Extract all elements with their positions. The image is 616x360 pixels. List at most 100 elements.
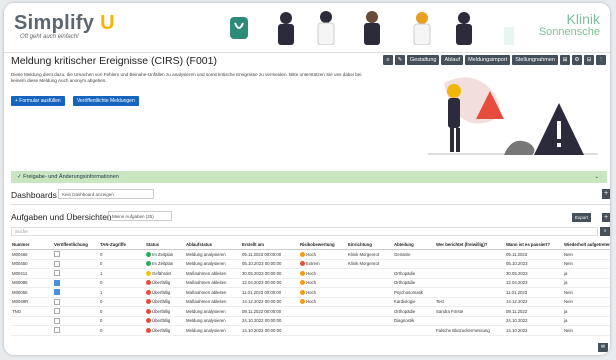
table-row[interactable]: M00056 1 Überfällig Maßnahmen ableiten 11.01… — [11, 287, 610, 298]
header-divider — [4, 52, 610, 53]
cell-facility: Klinik Morgenrot — [347, 249, 393, 260]
status-dot-icon — [146, 251, 151, 257]
search-input[interactable]: Suche — [11, 227, 598, 236]
cell-published[interactable] — [53, 306, 99, 317]
cell-when: 09.11.2023 — [505, 249, 563, 260]
cell-published[interactable] — [53, 287, 99, 298]
published-reports-button[interactable]: Veröffentlichte Meldungen — [73, 96, 139, 106]
table-row[interactable]: M00466 0 Im Zeitplan Meldung analysieren 09.… — [11, 249, 610, 260]
form-description: Diese Meldung dient dazu, die Ursachen v… — [11, 72, 362, 83]
cell-status: Im Zeitplan — [145, 259, 185, 269]
add-task-button[interactable]: + — [602, 213, 610, 222]
cell-created: 08.11.2022 00:00:00 — [241, 306, 299, 317]
published-checkbox[interactable] — [54, 251, 60, 258]
column-header[interactable]: Risikobewertung — [299, 240, 347, 250]
cell-published[interactable] — [53, 278, 99, 288]
cell-published[interactable] — [53, 316, 99, 326]
release-info-banner[interactable]: ✓ Freigabe- und Änderungsinformationen ⌄ — [11, 171, 607, 183]
dashboards-heading: Dashboards — [11, 190, 57, 200]
menu-button[interactable]: ≡ — [382, 55, 393, 65]
tasks-select[interactable]: Meine Aufgaben (25) — [108, 211, 172, 221]
status-dot-icon — [146, 261, 151, 267]
cell-published[interactable] — [53, 268, 99, 279]
cell-tan-access: 0 — [99, 259, 145, 269]
cell-status: Überfällig — [145, 316, 185, 326]
cell-status: Im Zeitplan — [145, 249, 185, 260]
column-header[interactable]: Wann ist es passiert? — [505, 240, 563, 250]
column-header[interactable]: Einrichtung — [347, 240, 393, 250]
published-checkbox[interactable] — [54, 270, 60, 277]
published-checkbox[interactable] — [54, 260, 60, 267]
cell-published[interactable] — [53, 325, 99, 336]
status-dot-icon — [146, 280, 151, 286]
cell-created: 24.10.2022 00:00:00 — [241, 316, 299, 326]
cell-when: 12.04.2023 — [505, 278, 563, 288]
cell-repeated: ja — [563, 278, 610, 288]
published-checkbox[interactable] — [54, 308, 60, 315]
simplify-logo[interactable]: Simplify U — [14, 12, 115, 35]
published-checkbox[interactable] — [54, 298, 60, 305]
cell-department: Orthopädie — [393, 268, 435, 279]
cell-created: 12.04.2023 00:00:00 — [241, 278, 299, 288]
column-header[interactable]: Wer berichtet (freiwillig)? — [435, 240, 505, 250]
cell-repeated: Nein — [563, 287, 610, 298]
cell-published[interactable] — [53, 249, 99, 260]
dashboard-select[interactable]: Kein Dashboard anzeigen — [58, 189, 154, 199]
cell-department: Geriatrie — [393, 249, 435, 260]
table-row[interactable]: 0 Überfällig Meldung analysieren 14.10.2022… — [11, 325, 610, 336]
table-body: M00466 0 Im Zeitplan Meldung analysieren 09.… — [11, 249, 610, 336]
cell-tan-access: 0 — [99, 316, 145, 326]
tasks-table: Nummer Veröffentlichung TAN-Zugriffe Status… — [11, 240, 610, 336]
column-header[interactable]: Abteilung — [393, 240, 435, 250]
cell-repeated: ja — [563, 306, 610, 317]
add-dashboard-button[interactable]: + — [602, 189, 610, 199]
chat-icon[interactable]: ✉ — [598, 343, 608, 352]
cell-published[interactable] — [53, 259, 99, 269]
risk-dot-icon — [300, 280, 305, 286]
cell-created: 30.05.2023 00:00:00 — [241, 268, 299, 279]
cell-risk: Hoch — [299, 278, 347, 288]
column-header[interactable]: TAN-Zugriffe — [99, 240, 145, 250]
cell-tan-access: 1 — [99, 287, 145, 298]
cell-reporter — [435, 249, 505, 260]
cell-risk: Hoch — [299, 249, 347, 260]
cell-repeated: ja — [563, 268, 610, 279]
cell-risk: Extrem — [299, 259, 347, 269]
published-checkbox[interactable] — [54, 289, 60, 296]
column-header[interactable]: Nummer — [11, 240, 53, 250]
table-row[interactable]: M0049R 0 Überfällig Maßnahmen ableiten 14.12… — [11, 297, 610, 307]
table-row[interactable]: M00086 0 Überfällig Maßnahmen ableiten 12.04… — [11, 278, 610, 288]
table-row[interactable]: 0 Überfällig Meldung analysieren 24.10.2022… — [11, 316, 610, 326]
cell-number — [11, 316, 53, 326]
risk-dot-icon — [300, 289, 305, 295]
table-row[interactable]: TNO 0 Überfällig Meldung analysieren 08.11.2… — [11, 306, 610, 317]
status-dot-icon — [146, 289, 151, 295]
cell-repeated: Nein — [563, 249, 610, 260]
risk-dot-icon — [300, 251, 305, 257]
table-row[interactable]: M00450 0 Im Zeitplan Meldung analysieren 05.… — [11, 259, 610, 269]
cell-repeated: ja — [563, 316, 610, 326]
cell-facility — [347, 278, 393, 288]
cell-published[interactable] — [53, 297, 99, 307]
search-icon[interactable]: ⌕ — [600, 227, 610, 236]
status-dot-icon — [146, 318, 151, 324]
column-header[interactable]: Wiederholt aufgetreten? — [563, 240, 610, 250]
slogan: Oft geht auch einfach! — [20, 34, 79, 40]
column-header[interactable]: Erstellt am — [241, 240, 299, 250]
table-row[interactable]: M00411 1 Gefährdet Maßnahmen ableiten 30.05.… — [11, 268, 610, 279]
cell-tan-access: 0 — [99, 278, 145, 288]
export-button[interactable]: Export — [572, 213, 592, 222]
column-header[interactable]: Veröffentlichung — [53, 240, 99, 250]
published-checkbox[interactable] — [54, 327, 60, 334]
app-window: Simplify U Oft geht auch einfach! Klinik… — [4, 3, 610, 355]
edit-button[interactable]: ✎ — [394, 55, 405, 65]
column-header[interactable]: Ablaufstatus — [185, 240, 241, 250]
fill-form-button[interactable]: + Formular ausfüllen — [11, 96, 65, 106]
published-checkbox[interactable] — [54, 317, 60, 324]
header-illustration-icon — [230, 11, 514, 45]
column-header[interactable]: Status — [145, 240, 185, 250]
status-dot-icon — [146, 299, 151, 305]
cell-status: Gefährdet — [145, 268, 185, 279]
published-checkbox[interactable] — [54, 279, 60, 286]
cell-tan-access: 0 — [99, 297, 145, 307]
